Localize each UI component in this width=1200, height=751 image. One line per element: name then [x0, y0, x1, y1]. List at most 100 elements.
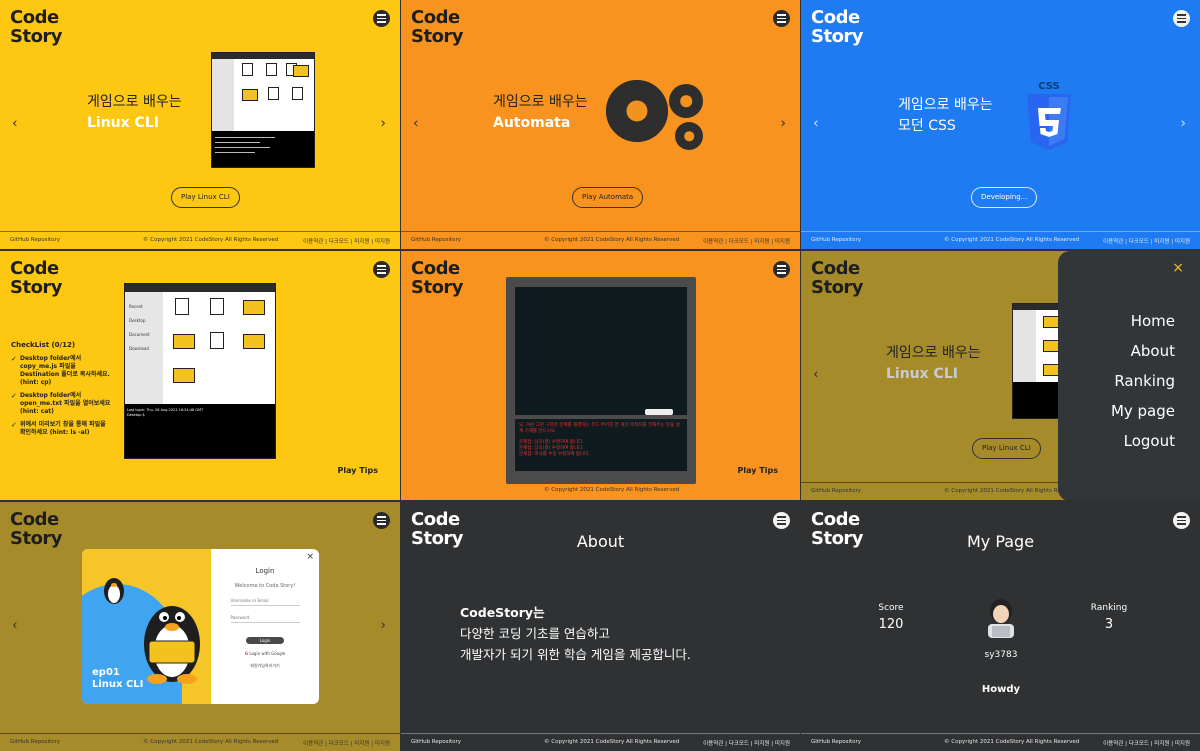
- login-button[interactable]: Login: [246, 637, 284, 644]
- play-linux-cli-button[interactable]: Play Linux CLI: [171, 187, 240, 208]
- css3-logo-icon: CSS: [1027, 81, 1071, 150]
- brand-logo[interactable]: Code Story: [10, 8, 63, 46]
- page-title: About: [576, 532, 625, 551]
- terminal-prompt: Desktop $: [127, 413, 145, 417]
- panel-login: Code Story ‹ › ep01 Linux CLI × Login We…: [0, 502, 400, 751]
- brand-logo[interactable]: Code Story: [10, 258, 63, 298]
- folder-icon[interactable]: [173, 368, 195, 383]
- brand-logo[interactable]: Code Story: [811, 7, 864, 46]
- next-arrow-icon[interactable]: ›: [380, 617, 386, 633]
- username-field[interactable]: Username or Email: [230, 595, 300, 606]
- google-login-label: Login with Google: [249, 651, 286, 656]
- github-link[interactable]: GitHub Repository: [411, 237, 461, 243]
- developing-button[interactable]: Developing...: [971, 187, 1038, 208]
- panel-automata: Code Story ‹ › 게임으로 배우는 Automata Play Aut…: [401, 0, 800, 249]
- menu-item-my-page[interactable]: My page: [1111, 396, 1175, 426]
- copyright-text: © Copyright 2021 CodeStory All Rights Re…: [544, 237, 680, 243]
- next-arrow-icon[interactable]: ›: [1180, 115, 1186, 131]
- menu-item-about[interactable]: About: [1111, 336, 1175, 366]
- github-link[interactable]: GitHub Repository: [811, 488, 861, 494]
- prev-arrow-icon[interactable]: ‹: [413, 115, 419, 131]
- file-icon[interactable]: [210, 298, 224, 315]
- page-title: My Page: [966, 532, 1035, 551]
- github-link[interactable]: GitHub Repository: [811, 739, 861, 745]
- brand-logo[interactable]: Code Story: [10, 510, 63, 548]
- brand-logo[interactable]: Code Story: [811, 259, 864, 297]
- file-icon[interactable]: [210, 332, 224, 349]
- google-login-button[interactable]: G Login with Google: [211, 651, 319, 656]
- checklist-item[interactable]: Desktop folder에서 open_me.txt 파일을 열어보세요 (…: [11, 392, 111, 416]
- footer-links[interactable]: 이용약관 | 다크모드 | 미지원 | 미지원: [703, 237, 790, 245]
- play-tips-link[interactable]: Play Tips: [738, 466, 778, 475]
- next-arrow-icon[interactable]: ›: [380, 115, 386, 131]
- sidebar-item[interactable]: Desktop: [129, 314, 159, 328]
- prev-arrow-icon[interactable]: ‹: [813, 366, 819, 382]
- play-tips-link[interactable]: Play Tips: [338, 466, 378, 475]
- github-link[interactable]: GitHub Repository: [411, 739, 461, 745]
- footer-links[interactable]: 이용약관 | 다크모드 | 미지원 | 미지원: [303, 237, 390, 245]
- logo-line-1: Code: [10, 258, 59, 279]
- footer-links[interactable]: 이용약관 | 다크모드 | 미지원 | 미지원: [1103, 739, 1190, 747]
- brand-logo[interactable]: Code Story: [411, 259, 464, 297]
- terminal[interactable]: Last login: Thu, 26 Aug 2021 16:24:48 GM…: [125, 404, 275, 458]
- about-description: CodeStory는 다양한 코딩 기초를 연습하고 개발자가 되기 위한 학습…: [460, 602, 691, 665]
- close-icon[interactable]: ×: [306, 552, 314, 562]
- menu-icon[interactable]: [773, 10, 790, 27]
- file-icon[interactable]: [175, 298, 189, 315]
- github-link[interactable]: GitHub Repository: [811, 237, 861, 243]
- password-field[interactable]: Password: [230, 612, 300, 623]
- episode-label: ep01 Linux CLI: [92, 667, 143, 691]
- folder-icon[interactable]: [243, 334, 265, 349]
- prev-arrow-icon[interactable]: ‹: [12, 617, 18, 633]
- menu-icon[interactable]: [773, 261, 790, 278]
- play-linux-cli-button[interactable]: Play Linux CLI: [972, 438, 1041, 459]
- greeting: Howdy: [981, 684, 1021, 695]
- footer-links[interactable]: 이용약관 | 다크모드 | 미지원 | 미지원: [303, 739, 390, 747]
- score-label: Score: [878, 603, 904, 613]
- play-automata-button[interactable]: Play Automata: [572, 187, 644, 208]
- copyright-text: © Copyright 2021 CodeStory All Rights Re…: [944, 739, 1080, 745]
- menu-icon[interactable]: [1173, 10, 1190, 27]
- about-line-2: 다양한 코딩 기초를 연습하고: [460, 626, 610, 641]
- folder-icon[interactable]: [173, 334, 195, 349]
- logo-line-2: Story: [10, 277, 63, 298]
- next-arrow-icon[interactable]: ›: [780, 115, 786, 131]
- panel-automata-game: Code Story 오, 이런 그런 구현한 문제를 해결하는 코드 주어진 한…: [401, 251, 800, 500]
- register-link[interactable]: 회원가입하러가기: [211, 663, 319, 669]
- menu-icon[interactable]: [1173, 512, 1190, 529]
- game-console: 오, 이런 그런 구현한 문제를 해결하는 코드 주어진 한 개인 목적지를 전…: [515, 419, 687, 471]
- close-icon[interactable]: ×: [1172, 260, 1184, 276]
- panel-linux-cli: Code Story ‹ › 게임으로 배우는 Linux CLI Play Li…: [0, 0, 400, 249]
- menu-icon[interactable]: [373, 10, 390, 27]
- prev-arrow-icon[interactable]: ‹: [813, 115, 819, 131]
- github-link[interactable]: GitHub Repository: [10, 237, 60, 243]
- sidebar-item[interactable]: Download: [129, 342, 159, 356]
- panel-linux-tips: CodeStory CheckList (0/12) Desktop folde…: [0, 251, 400, 500]
- folder-icon[interactable]: [243, 300, 265, 315]
- checklist-item[interactable]: 위에서 미리보기 창을 통해 파일을 확인하세요 (hint: ls -al): [11, 421, 111, 437]
- google-icon: G: [244, 651, 249, 656]
- avatar[interactable]: [981, 597, 1021, 639]
- menu-item-home[interactable]: Home: [1111, 306, 1175, 336]
- footer-links[interactable]: 이용약관 | 다크모드 | 미지원 | 미지원: [703, 739, 790, 747]
- copyright-text: © Copyright 2021 CodeStory All Rights Re…: [944, 237, 1080, 243]
- github-link[interactable]: GitHub Repository: [10, 739, 60, 745]
- login-modal: ep01 Linux CLI × Login Welcome to Code S…: [82, 549, 319, 704]
- brand-logo[interactable]: Code Story: [411, 8, 464, 46]
- username: sy3783: [984, 650, 1018, 660]
- linux-preview-image: [1012, 303, 1062, 419]
- menu-icon[interactable]: [373, 261, 390, 278]
- login-title: Login: [255, 567, 275, 575]
- menu-icon[interactable]: [373, 512, 390, 529]
- sidebar-item[interactable]: Recent: [129, 300, 159, 314]
- game-board[interactable]: [515, 287, 687, 415]
- checklist-item[interactable]: Desktop folder에서 copy_me.js 파일을 Destinat…: [11, 355, 111, 387]
- footer-links[interactable]: 이용약관 | 다크모드 | 미지원 | 미지원: [1103, 237, 1190, 245]
- about-line-3: 개발자가 되기 위한 학습 게임을 제공합니다.: [460, 647, 691, 662]
- menu-item-logout[interactable]: Logout: [1111, 426, 1175, 456]
- logo-line-1: Code: [811, 7, 860, 28]
- prev-arrow-icon[interactable]: ‹: [12, 115, 18, 131]
- menu-icon[interactable]: [773, 512, 790, 529]
- sidebar-item[interactable]: Document: [129, 328, 159, 342]
- menu-item-ranking[interactable]: Ranking: [1111, 366, 1175, 396]
